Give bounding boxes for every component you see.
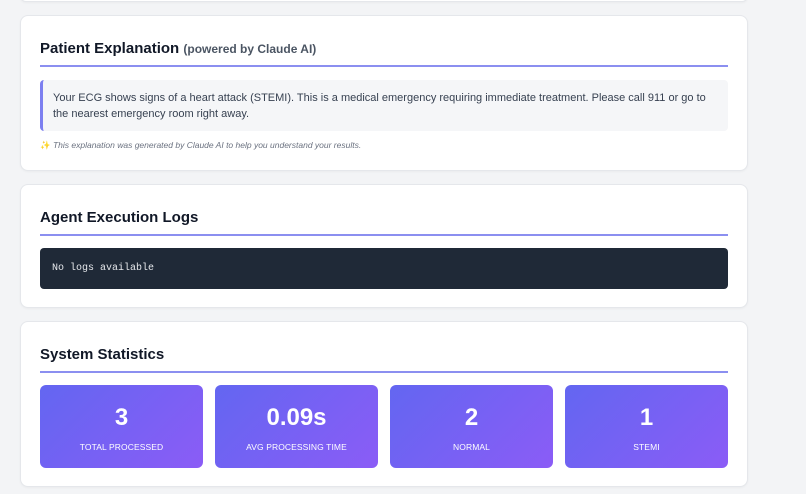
- stat-value: 0.09s: [266, 404, 327, 431]
- log-output[interactable]: No logs available: [40, 248, 728, 289]
- stat-stemi: 1 STEMI: [565, 385, 728, 468]
- stat-value: 1: [639, 404, 654, 431]
- stat-value: 3: [114, 404, 129, 431]
- system-statistics-title: System Statistics: [40, 346, 728, 373]
- patient-explanation-card: Patient Explanation (powered by Claude A…: [20, 15, 748, 171]
- stat-normal: 2 NORMAL: [390, 385, 553, 468]
- stat-label: STEMI: [633, 442, 660, 452]
- sparkles-icon: ✨: [40, 140, 51, 150]
- stat-total-processed: 3 TOTAL PROCESSED: [40, 385, 203, 468]
- patient-explanation-title: Patient Explanation (powered by Claude A…: [40, 40, 728, 67]
- agent-logs-title: Agent Execution Logs: [40, 209, 728, 236]
- agent-logs-card: Agent Execution Logs No logs available: [20, 184, 748, 308]
- explanation-text: Your ECG shows signs of a heart attack (…: [53, 92, 706, 120]
- stat-label: TOTAL PROCESSED: [79, 442, 164, 452]
- powered-by-label: (powered by Claude AI): [183, 42, 317, 56]
- explanation-note-text: This explanation was generated by Claude…: [52, 140, 362, 150]
- stats-row: 3 TOTAL PROCESSED 0.09s AVG PROCESSING T…: [40, 385, 728, 468]
- patient-explanation-heading: Patient Explanation: [40, 40, 180, 57]
- stat-value: 2: [464, 404, 479, 431]
- stat-label: AVG PROCESSING TIME: [246, 442, 347, 452]
- log-text: No logs available: [52, 263, 155, 274]
- stat-label: NORMAL: [453, 442, 490, 452]
- system-statistics-card: System Statistics 3 TOTAL PROCESSED 0.09…: [20, 321, 748, 487]
- stat-avg-processing-time: 0.09s AVG PROCESSING TIME: [215, 385, 378, 468]
- explanation-note: ✨ This explanation was generated by Clau…: [40, 140, 361, 151]
- explanation-text-box: Your ECG shows signs of a heart attack (…: [40, 80, 728, 131]
- previous-card: [20, 0, 748, 2]
